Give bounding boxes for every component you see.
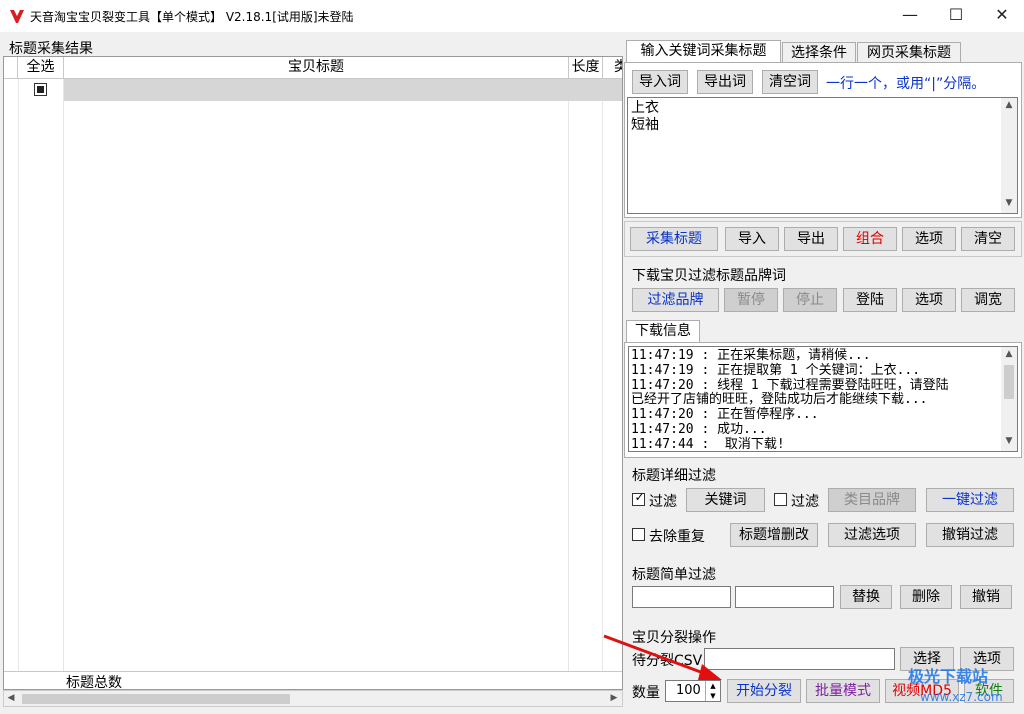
- category-brand-button[interactable]: 类目品牌: [828, 488, 916, 512]
- widen-button[interactable]: 调宽: [961, 288, 1015, 312]
- results-section-label: 标题采集结果: [9, 41, 93, 57]
- log-line: 11:47:19 : 正在采集标题，请稍候...: [631, 348, 871, 363]
- maximize-button[interactable]: ☐: [933, 0, 979, 32]
- close-button[interactable]: ✕: [979, 0, 1024, 32]
- length-column-header[interactable]: 长度: [569, 57, 603, 79]
- replace-button[interactable]: 替换: [840, 585, 892, 609]
- tab-download-info[interactable]: 下载信息: [626, 320, 700, 342]
- scroll-up-icon[interactable]: ▲: [1003, 100, 1015, 110]
- scroll-down-icon[interactable]: ▼: [1003, 198, 1015, 208]
- dedupe-label: 去除重复: [649, 529, 705, 545]
- watermark-logo: 极光下载站: [908, 667, 989, 686]
- keyword-hint: 一行一个，或用“|”分隔。: [826, 76, 986, 92]
- stop-button[interactable]: 停止: [783, 288, 837, 312]
- row-header-corner: [4, 57, 18, 79]
- log-line: 11:47:19 : 正在提取第 1 个关键词：上衣...: [631, 362, 921, 378]
- import-words-button[interactable]: 导入词: [632, 70, 688, 94]
- category-column-header[interactable]: 类: [603, 57, 622, 79]
- login-button[interactable]: 登陆: [843, 288, 897, 312]
- annotation-arrow-icon: [603, 634, 722, 680]
- keyword-line: 短袖: [631, 117, 659, 133]
- scroll-right-icon[interactable]: ▶: [608, 693, 620, 705]
- filter-checkbox-1[interactable]: ✓: [632, 490, 645, 506]
- dedupe-checkbox[interactable]: [632, 528, 645, 541]
- grid-line: [568, 79, 569, 671]
- window-title: 天音淘宝宝贝裂变工具【单个模式】 V2.18.1[试用版]未登陆: [30, 10, 354, 24]
- clear-words-button[interactable]: 清空词: [762, 70, 818, 94]
- log-line: 已经开了店铺的旺旺，登陆成功后才能继续下载...: [631, 392, 928, 408]
- scroll-down-icon[interactable]: ▼: [1003, 436, 1015, 446]
- keyword-textarea[interactable]: 上衣 短袖 ▲ ▼: [627, 97, 1018, 214]
- tab-web-collect[interactable]: 网页采集标题: [857, 42, 961, 64]
- minimize-button[interactable]: —: [887, 0, 933, 32]
- tab-keyword-collect[interactable]: 输入关键词采集标题: [626, 40, 781, 62]
- scroll-up-icon[interactable]: ▲: [1003, 349, 1015, 359]
- undo-filter-button[interactable]: 撤销过滤: [926, 523, 1014, 547]
- grid-line: [18, 79, 19, 671]
- keywords-button[interactable]: 关键词: [686, 488, 765, 512]
- export-words-button[interactable]: 导出词: [697, 70, 753, 94]
- clear-button[interactable]: 清空: [961, 227, 1015, 251]
- log-scroll-thumb[interactable]: [1004, 365, 1014, 399]
- collect-titles-button[interactable]: 采集标题: [630, 227, 718, 251]
- keyword-line: 上衣: [631, 100, 659, 116]
- title-count-label: 标题总数: [66, 675, 122, 690]
- csv-path-input[interactable]: [704, 648, 895, 670]
- horizontal-scrollbar[interactable]: ◀ ▶: [3, 690, 623, 707]
- scroll-left-icon[interactable]: ◀: [5, 693, 17, 705]
- title-column-header[interactable]: 宝贝标题: [64, 57, 569, 79]
- table-row[interactable]: [64, 79, 622, 101]
- delete-button[interactable]: 删除: [900, 585, 952, 609]
- grid-line: [63, 79, 64, 671]
- tab-conditions[interactable]: 选择条件: [782, 42, 856, 64]
- batch-mode-button[interactable]: 批量模式: [806, 679, 880, 703]
- grid-line: [602, 79, 603, 671]
- filter-checkbox-2[interactable]: [774, 493, 787, 506]
- checkbox-indeterminate-mark: [37, 86, 44, 93]
- keyword-vertical-scrollbar[interactable]: ▲ ▼: [1001, 98, 1017, 213]
- log-line: 11:47:44 : 取消下载!: [631, 436, 785, 452]
- combine-button[interactable]: 组合: [843, 227, 897, 251]
- log-line: 11:47:20 : 成功...: [631, 422, 767, 437]
- select-all-header[interactable]: 全选: [18, 57, 64, 79]
- filter-options-button[interactable]: 过滤选项: [828, 523, 916, 547]
- brand-options-button[interactable]: 选项: [902, 288, 956, 312]
- find-text-input[interactable]: [632, 586, 731, 608]
- title-bar: 天音淘宝宝贝裂变工具【单个模式】 V2.18.1[试用版]未登陆 — ☐ ✕: [0, 0, 1024, 32]
- filter-brand-button[interactable]: 过滤品牌: [632, 288, 719, 312]
- detail-filter-label: 标题详细过滤: [632, 468, 716, 484]
- log-vertical-scrollbar[interactable]: ▲ ▼: [1001, 347, 1017, 451]
- import-button[interactable]: 导入: [725, 227, 779, 251]
- app-logo-icon: [10, 10, 24, 23]
- stepper-down-icon[interactable]: ▼: [705, 691, 720, 701]
- one-click-filter-button[interactable]: 一键过滤: [926, 488, 1014, 512]
- row-checkbox[interactable]: [34, 83, 47, 96]
- horizontal-scroll-thumb[interactable]: [22, 694, 290, 704]
- watermark-url: www.xz7.com: [920, 690, 1003, 704]
- simple-filter-label: 标题简单过滤: [632, 567, 716, 583]
- export-button[interactable]: 导出: [784, 227, 838, 251]
- title-results-grid: 全选 宝贝标题 长度 类 标题总数: [3, 56, 623, 690]
- undo-button[interactable]: 撤销: [960, 585, 1012, 609]
- filter-checkbox-1-label: 过滤: [649, 494, 677, 510]
- start-split-button[interactable]: 开始分裂: [727, 679, 801, 703]
- check-icon: ✓: [634, 490, 645, 504]
- filter-checkbox-2-label: 过滤: [791, 494, 819, 510]
- replace-text-input[interactable]: [735, 586, 834, 608]
- log-line: 11:47:20 : 正在暂停程序...: [631, 407, 819, 423]
- title-edit-button[interactable]: 标题增删改: [730, 523, 818, 547]
- download-log[interactable]: 11:47:19 : 正在采集标题，请稍候... 11:47:19 : 正在提取…: [628, 346, 1018, 452]
- brand-filter-label: 下载宝贝过滤标题品牌词: [632, 268, 786, 284]
- pause-button[interactable]: 暂停: [724, 288, 778, 312]
- collect-options-button[interactable]: 选项: [902, 227, 956, 251]
